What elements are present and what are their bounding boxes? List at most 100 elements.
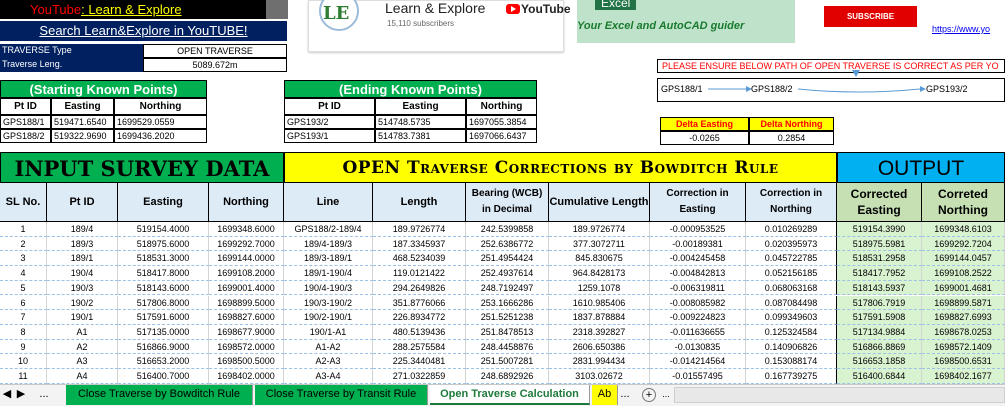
cell-sl[interactable]: 3 <box>0 251 47 267</box>
cell-northing[interactable]: 1698402.0000 <box>209 369 284 384</box>
tab-more[interactable]: ... <box>30 385 58 405</box>
cell-corrected-northing[interactable]: 1698827.6993 <box>922 310 1005 325</box>
cell-corr-northing[interactable]: 0.068063168 <box>746 280 837 296</box>
cell-length[interactable]: 226.8934772 <box>373 310 466 325</box>
cell-northing[interactable]: 1699348.6000 <box>209 222 284 237</box>
cell-length[interactable]: 468.5234039 <box>373 251 466 267</box>
cell-cumulative[interactable]: 189.9726774 <box>549 222 650 237</box>
cell-corr-northing[interactable]: 0.167739275 <box>746 369 837 384</box>
cell-length[interactable]: 480.5139436 <box>373 324 466 340</box>
end-row2-northing[interactable]: 1697066.6437 <box>466 129 537 143</box>
cell-line[interactable]: 190/3-190/2 <box>284 295 373 311</box>
start-row2-ptid[interactable]: GPS188/2 <box>0 129 51 143</box>
cell-easting[interactable]: 517806.8000 <box>118 295 209 311</box>
cell-line[interactable]: A1-A2 <box>284 339 373 355</box>
cell-bearing[interactable]: 251.4954424 <box>466 251 549 267</box>
cell-corrected-northing[interactable]: 1699292.7204 <box>922 236 1005 252</box>
start-row1-ptid[interactable]: GPS188/1 <box>0 115 51 129</box>
cell-northing[interactable]: 1699144.0000 <box>209 251 284 267</box>
cell-easting[interactable]: 518975.6000 <box>118 236 209 252</box>
cell-easting[interactable]: 518531.3000 <box>118 251 209 267</box>
cell-easting[interactable]: 518417.8000 <box>118 266 209 281</box>
cell-corr-northing[interactable]: 0.010269289 <box>746 222 837 237</box>
cell-corr-easting[interactable]: -0.008085982 <box>650 295 746 311</box>
cell-line[interactable]: 190/4-190/3 <box>284 280 373 296</box>
cell-corrected-easting[interactable]: 518975.5981 <box>837 236 922 252</box>
cell-line[interactable]: 189/3-189/1 <box>284 251 373 267</box>
cell-corrected-northing[interactable]: 1698402.1677 <box>922 369 1005 384</box>
cell-bearing[interactable]: 242.5399858 <box>466 222 549 237</box>
cell-pt-id[interactable]: 189/4 <box>47 222 118 237</box>
cell-bearing[interactable]: 248.6892926 <box>466 369 549 384</box>
cell-northing[interactable]: 1698899.5000 <box>209 295 284 311</box>
cell-length[interactable]: 294.2649826 <box>373 280 466 296</box>
cell-sl[interactable]: 5 <box>0 280 47 296</box>
cell-cumulative[interactable]: 2318.392827 <box>549 324 650 340</box>
tab-close-traverse-bowditch[interactable]: Close Traverse by Bowditch Rule <box>66 385 253 405</box>
cell-corrected-easting[interactable]: 517591.5908 <box>837 310 922 325</box>
add-sheet-button[interactable]: + <box>642 388 656 402</box>
cell-pt-id[interactable]: 189/1 <box>47 251 118 267</box>
cell-pt-id[interactable]: A2 <box>47 339 118 355</box>
cell-easting[interactable]: 519154.4000 <box>118 222 209 237</box>
cell-length[interactable]: 225.3440481 <box>373 354 466 369</box>
cell-pt-id[interactable]: 190/1 <box>47 310 118 325</box>
end-row1-northing[interactable]: 1697055.3854 <box>466 115 537 129</box>
cell-corrected-easting[interactable]: 517806.7919 <box>837 295 922 311</box>
youtube-banner[interactable]: YouTube: Learn & Explore <box>0 0 287 19</box>
cell-corrected-easting[interactable]: 519154.3990 <box>837 222 922 237</box>
cell-cumulative[interactable]: 2831.994434 <box>549 354 650 369</box>
cell-easting[interactable]: 518143.6000 <box>118 280 209 296</box>
cell-cumulative[interactable]: 1259.1078 <box>549 280 650 296</box>
tab-scroll-right[interactable]: ▶ <box>14 385 28 405</box>
tab-open-traverse-calculation[interactable]: Open Traverse Calculation <box>430 385 590 405</box>
cell-corrected-easting[interactable]: 516866.8869 <box>837 339 922 355</box>
youtube-channel-link[interactable]: Learn & Explore <box>88 2 181 17</box>
cell-pt-id[interactable]: 189/3 <box>47 236 118 252</box>
cell-corrected-easting[interactable]: 518417.7952 <box>837 266 922 281</box>
cell-bearing[interactable]: 248.7192497 <box>466 280 549 296</box>
cell-line[interactable]: A3-A4 <box>284 369 373 384</box>
cell-corrected-northing[interactable]: 1698572.1409 <box>922 339 1005 355</box>
cell-sl[interactable]: 9 <box>0 339 47 355</box>
cell-corrected-northing[interactable]: 1699108.2522 <box>922 266 1005 281</box>
cell-line[interactable]: 190/1-A1 <box>284 324 373 340</box>
cell-corrected-easting[interactable]: 516400.6844 <box>837 369 922 384</box>
cell-pt-id[interactable]: 190/4 <box>47 266 118 281</box>
delta-northing-value[interactable]: 0.2854 <box>749 131 834 145</box>
cell-pt-id[interactable]: 190/2 <box>47 295 118 311</box>
cell-corrected-easting[interactable]: 518143.5937 <box>837 280 922 296</box>
cell-corr-northing[interactable]: 0.052156185 <box>746 266 837 281</box>
cell-line[interactable]: 190/2-190/1 <box>284 310 373 325</box>
cell-line[interactable]: 189/1-190/4 <box>284 266 373 281</box>
cell-sl[interactable]: 7 <box>0 310 47 325</box>
cell-length[interactable]: 288.2575584 <box>373 339 466 355</box>
tab-close-traverse-transit[interactable]: Close Traverse by Transit Rule <box>255 385 428 405</box>
cell-corr-northing[interactable]: 0.140906826 <box>746 339 837 355</box>
cell-easting[interactable]: 517591.6000 <box>118 310 209 325</box>
cell-corr-northing[interactable]: 0.045722785 <box>746 251 837 267</box>
cell-length[interactable]: 187.3345937 <box>373 236 466 252</box>
cell-pt-id[interactable]: 190/3 <box>47 280 118 296</box>
cell-cumulative[interactable]: 2606.650386 <box>549 339 650 355</box>
cell-line[interactable]: A2-A3 <box>284 354 373 369</box>
cell-cumulative[interactable]: 377.3072711 <box>549 236 650 252</box>
cell-northing[interactable]: 1698827.6000 <box>209 310 284 325</box>
cell-corr-easting[interactable]: -0.000953525 <box>650 222 746 237</box>
cell-bearing[interactable]: 252.6386772 <box>466 236 549 252</box>
website-link[interactable]: https://www.yo <box>932 24 990 34</box>
cell-corrected-northing[interactable]: 1698678.0253 <box>922 324 1005 340</box>
cell-corr-northing[interactable]: 0.153088174 <box>746 354 837 369</box>
cell-corrected-northing[interactable]: 1698500.6531 <box>922 354 1005 369</box>
cell-sl[interactable]: 10 <box>0 354 47 369</box>
cell-corr-easting[interactable]: -0.011636655 <box>650 324 746 340</box>
cell-northing[interactable]: 1699292.7000 <box>209 236 284 252</box>
cell-corr-northing[interactable]: 0.125324584 <box>746 324 837 340</box>
cell-easting[interactable]: 516400.7000 <box>118 369 209 384</box>
cell-pt-id[interactable]: A1 <box>47 324 118 340</box>
cell-corrected-northing[interactable]: 1699348.6103 <box>922 222 1005 237</box>
cell-bearing[interactable]: 248.4458876 <box>466 339 549 355</box>
cell-northing[interactable]: 1698572.0000 <box>209 339 284 355</box>
cell-sl[interactable]: 8 <box>0 324 47 340</box>
cell-cumulative[interactable]: 1837.878884 <box>549 310 650 325</box>
